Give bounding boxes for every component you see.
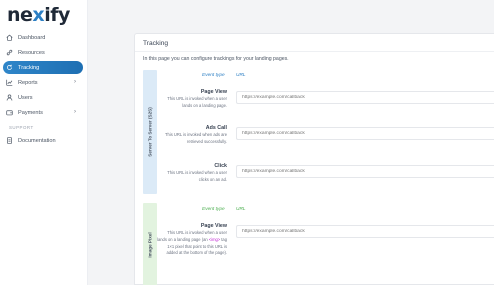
sidebar-item-label: Reports: [18, 79, 38, 86]
event-type-header: Event type: [202, 207, 225, 212]
event-title: Ads Call: [205, 125, 227, 131]
home-icon: [6, 34, 13, 41]
event-type-header: Event type: [202, 73, 225, 78]
event-title: Page View: [200, 223, 227, 229]
chart-icon: [6, 79, 13, 86]
event-description: This URL is invoked when a user clicks o…: [167, 170, 227, 182]
logo[interactable]: nexify: [7, 4, 70, 26]
event-description: This URL is invoked when a user lands on…: [167, 96, 227, 108]
page-view-url-input[interactable]: [236, 91, 494, 104]
sidebar-item-resources[interactable]: Resources: [3, 46, 83, 59]
pixel-page-view-url-input[interactable]: [236, 225, 494, 238]
link-icon: [6, 49, 13, 56]
sidebar-item-documentation[interactable]: Documentation: [3, 134, 83, 147]
url-header: URL: [236, 207, 246, 212]
chevron-right-icon: ›: [74, 79, 76, 85]
sidebar-item-label: Payments: [18, 109, 43, 116]
ads-call-url-input[interactable]: [236, 127, 494, 140]
sidebar-item-label: Resources: [18, 49, 45, 56]
url-header: URL: [236, 73, 246, 78]
group-label-image-pixel: Image Pixel: [143, 203, 157, 285]
divider: [135, 51, 494, 52]
chevron-right-icon: ›: [74, 109, 76, 115]
event-title: Click: [214, 163, 227, 169]
page-title: Tracking: [143, 40, 169, 47]
sidebar: nexify Dashboard Resources Tracking Repo…: [0, 0, 88, 285]
wallet-icon: [6, 109, 13, 116]
sidebar-item-label: Documentation: [18, 137, 56, 144]
support-heading: SUPPORT: [9, 125, 34, 130]
sidebar-item-tracking[interactable]: Tracking: [3, 61, 83, 74]
document-icon: [6, 137, 13, 144]
sidebar-item-dashboard[interactable]: Dashboard: [3, 31, 83, 44]
sidebar-nav: Dashboard Resources Tracking Reports › U…: [3, 31, 83, 149]
sidebar-item-label: Dashboard: [18, 34, 46, 41]
sidebar-item-payments[interactable]: Payments ›: [3, 106, 83, 119]
sidebar-item-label: Users: [18, 94, 33, 101]
user-icon: [6, 94, 13, 101]
event-title: Page View: [200, 89, 227, 95]
event-description: This URL is invoked when ads are retriev…: [165, 132, 227, 144]
refresh-icon: [6, 64, 13, 71]
sidebar-item-reports[interactable]: Reports ›: [3, 76, 83, 89]
sidebar-item-label: Tracking: [18, 64, 40, 71]
tracking-card: Tracking In this page you can configure …: [134, 33, 494, 285]
sidebar-item-users[interactable]: Users: [3, 91, 83, 104]
page-description: In this page you can configure trackings…: [143, 56, 289, 62]
group-label-s2s: Server To Server (S2S): [143, 70, 157, 194]
click-url-input[interactable]: [236, 165, 494, 178]
event-description: This URL is invoked when a user lands on…: [157, 230, 227, 256]
